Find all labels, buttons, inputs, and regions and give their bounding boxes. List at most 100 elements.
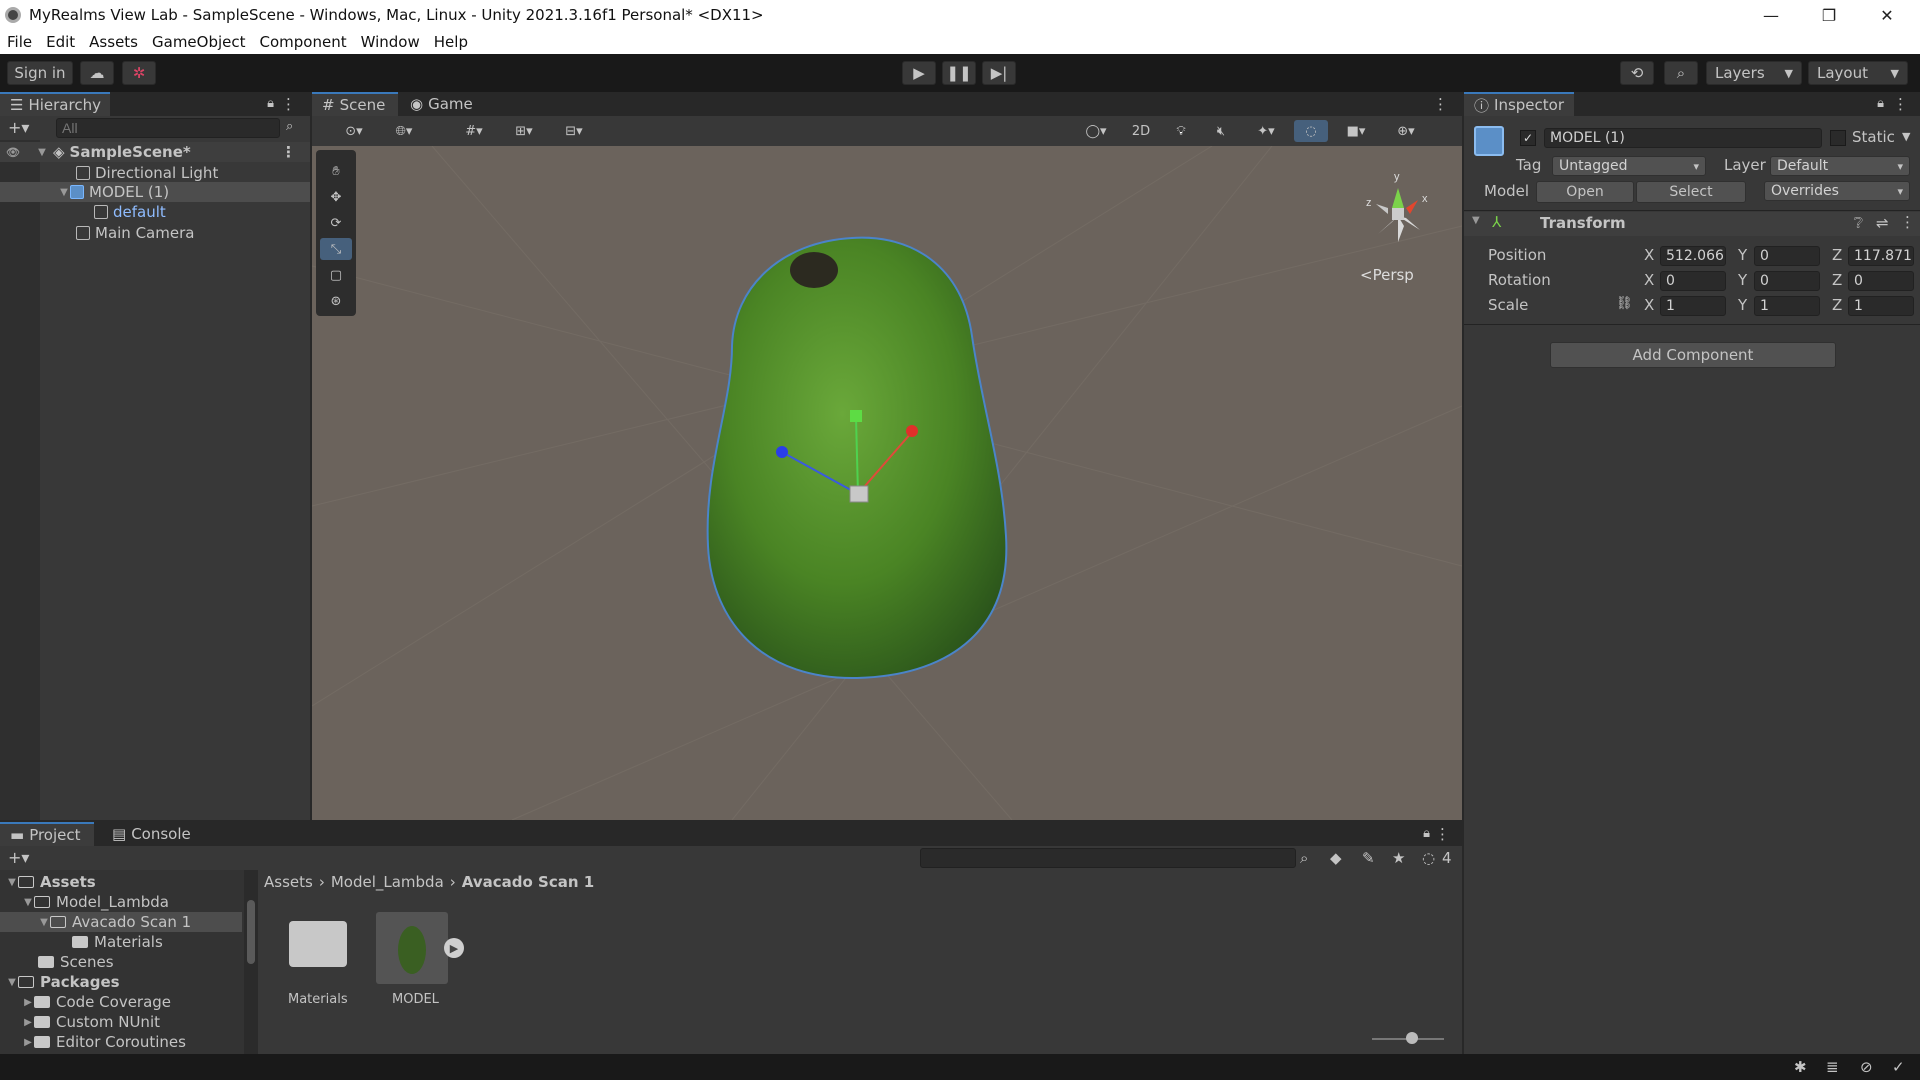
overrides-dropdown[interactable]: Overrides — [1764, 181, 1910, 201]
tree-scenes[interactable]: Scenes — [38, 952, 114, 972]
active-checkbox[interactable]: ✓ — [1520, 130, 1536, 146]
gizmos-icon[interactable]: ⊕▾ — [1384, 120, 1428, 142]
add-icon[interactable]: +▾ — [8, 118, 29, 137]
ruler-icon[interactable]: ⊟▾ — [552, 120, 596, 142]
rect-tool-icon[interactable]: ▢ — [320, 264, 352, 286]
open-button[interactable]: Open — [1536, 181, 1634, 203]
collab-icon[interactable]: ✲ — [122, 61, 156, 85]
rotation-z-field[interactable]: 0 — [1848, 271, 1914, 291]
layers-dropdown[interactable]: Layers ▼ — [1706, 61, 1802, 85]
static-checkbox[interactable] — [1830, 130, 1846, 146]
kebab-menu-icon[interactable]: ⋮ — [1893, 95, 1908, 113]
axis-y-label[interactable]: Y — [1738, 271, 1747, 289]
expand-prefab-icon[interactable]: ▶ — [444, 938, 464, 958]
add-icon[interactable]: +▾ — [8, 848, 29, 867]
tab-project[interactable]: ▬ Project — [0, 822, 94, 846]
scale-z-field[interactable]: 1 — [1848, 296, 1914, 316]
rotation-y-field[interactable]: 0 — [1754, 271, 1820, 291]
minimize-button[interactable]: — — [1742, 0, 1800, 30]
chevron-down-icon[interactable]: ▼ — [1902, 130, 1910, 143]
add-component-button[interactable]: Add Component — [1550, 342, 1836, 368]
sign-in-button[interactable]: Sign in — [7, 61, 73, 85]
scrollbar-thumb[interactable] — [247, 900, 255, 964]
filter-icon[interactable]: ⌕ — [286, 119, 293, 134]
breadcrumb-model-lambda[interactable]: Model_Lambda — [331, 873, 444, 891]
scale-tool-icon[interactable]: ⤡ — [320, 238, 352, 260]
tree-materials[interactable]: Materials — [72, 932, 163, 952]
toggle-2d-button[interactable]: 2D — [1124, 120, 1158, 142]
hierarchy-item-directional-light[interactable]: Directional Light — [76, 163, 218, 183]
axis-z-label[interactable]: Z — [1832, 246, 1842, 264]
camera-icon[interactable]: ■▾ — [1334, 120, 1378, 142]
projection-label[interactable]: <Persp — [1360, 266, 1414, 284]
tab-scene[interactable]: # Scene — [312, 92, 398, 116]
close-button[interactable]: ✕ — [1858, 0, 1916, 30]
network-icon[interactable]: ⊘ — [1860, 1058, 1873, 1076]
layer-dropdown[interactable]: Default — [1770, 156, 1910, 176]
link-icon[interactable]: ⛓︎ — [1616, 296, 1633, 311]
position-y-field[interactable]: 0 — [1754, 246, 1820, 266]
select-button[interactable]: Select — [1636, 181, 1746, 203]
scene-menu-icon[interactable]: ⋮ — [281, 143, 296, 161]
breadcrumb-avacado[interactable]: Avacado Scan 1 — [462, 873, 594, 891]
asset-model[interactable] — [376, 912, 448, 984]
menu-window[interactable]: Window — [354, 33, 427, 51]
kebab-menu-icon[interactable]: ⋮ — [1900, 213, 1915, 231]
tree-model-lambda[interactable]: ▼ Model_Lambda — [22, 892, 169, 912]
visibility-icon[interactable]: ◌ — [1294, 120, 1328, 142]
menu-component[interactable]: Component — [253, 33, 354, 51]
scale-y-field[interactable]: 1 — [1754, 296, 1820, 316]
tag-dropdown[interactable]: Untagged — [1552, 156, 1706, 176]
menu-assets[interactable]: Assets — [82, 33, 145, 51]
lock-icon[interactable]: 🔒︎ — [1423, 826, 1430, 841]
tab-game[interactable]: ◉ Game — [400, 92, 480, 116]
check-icon[interactable]: ✓ — [1892, 1058, 1905, 1076]
tree-avacado-scan[interactable]: ▼ Avacado Scan 1 — [0, 912, 242, 932]
scale-x-field[interactable]: 1 — [1660, 296, 1726, 316]
effects-icon[interactable]: ✦▾ — [1244, 120, 1288, 142]
hierarchy-item-main-camera[interactable]: Main Camera — [76, 223, 194, 243]
zoom-slider-thumb[interactable] — [1406, 1032, 1418, 1044]
tree-code-coverage[interactable]: ▶ Code Coverage — [22, 992, 171, 1012]
menu-gameobject[interactable]: GameObject — [145, 33, 253, 51]
restore-button[interactable]: ❐ — [1800, 0, 1858, 30]
axis-x-label[interactable]: X — [1644, 246, 1654, 264]
axis-y-label[interactable]: Y — [1738, 246, 1747, 264]
tree-packages[interactable]: ▼ Packages — [6, 972, 119, 992]
hierarchy-item-model[interactable]: ▼ MODEL (1) — [0, 182, 310, 202]
axis-z-label[interactable]: Z — [1832, 271, 1842, 289]
tree-assets[interactable]: ▼ Assets — [6, 872, 96, 892]
hierarchy-item-default[interactable]: default — [94, 202, 166, 222]
label-filter-icon[interactable]: ✎ — [1362, 849, 1375, 867]
menu-help[interactable]: Help — [427, 33, 475, 51]
preset-icon[interactable]: ⇌ — [1876, 214, 1889, 232]
type-filter-icon[interactable]: ◆ — [1330, 849, 1342, 867]
search-filter-icon[interactable]: ⌕ — [1300, 849, 1308, 867]
hierarchy-search-input[interactable] — [56, 118, 280, 138]
transform-header[interactable]: ▼ ⅄ Transform ❔︎ ⇌ ⋮ — [1464, 212, 1920, 236]
hidden-packages-icon[interactable]: ◌ — [1422, 849, 1435, 867]
search-icon[interactable]: ⌕ — [1664, 61, 1698, 85]
gizmo-z-handle[interactable] — [776, 446, 788, 458]
chevron-down-icon[interactable]: ▼ — [36, 147, 48, 158]
eye-icon[interactable]: 👁︎ — [6, 146, 36, 159]
global-icon[interactable]: 🌐︎▾ — [382, 120, 426, 142]
history-icon[interactable]: ⟲ — [1620, 61, 1654, 85]
menu-edit[interactable]: Edit — [39, 33, 82, 51]
shading-icon[interactable]: ◯▾ — [1074, 120, 1118, 142]
play-icon[interactable]: ▶ — [902, 61, 936, 85]
kebab-menu-icon[interactable]: ⋮ — [281, 95, 296, 113]
axis-y-label[interactable]: Y — [1738, 296, 1747, 314]
tree-custom-nunit[interactable]: ▶ Custom NUnit — [22, 1012, 160, 1032]
lighting-icon[interactable]: 💡︎ — [1164, 120, 1198, 142]
asset-materials[interactable] — [286, 912, 350, 976]
rotate-tool-icon[interactable]: ⟳ — [320, 212, 352, 234]
hand-tool-icon[interactable]: ✋︎ — [320, 160, 352, 182]
favorite-icon[interactable]: ★ — [1392, 849, 1405, 867]
position-x-field[interactable]: 512.066 — [1660, 246, 1726, 266]
tree-scrollbar[interactable] — [244, 870, 258, 1054]
rotation-x-field[interactable]: 0 — [1660, 271, 1726, 291]
scene-viewport[interactable]: ✋︎ ✥ ⟳ ⤡ ▢ ⊛ y x z <Persp — [312, 146, 1462, 820]
scene-row[interactable]: 👁︎ ▼ ◈ SampleScene* ⋮ — [0, 142, 310, 162]
tab-console[interactable]: ▤ Console — [102, 822, 202, 846]
